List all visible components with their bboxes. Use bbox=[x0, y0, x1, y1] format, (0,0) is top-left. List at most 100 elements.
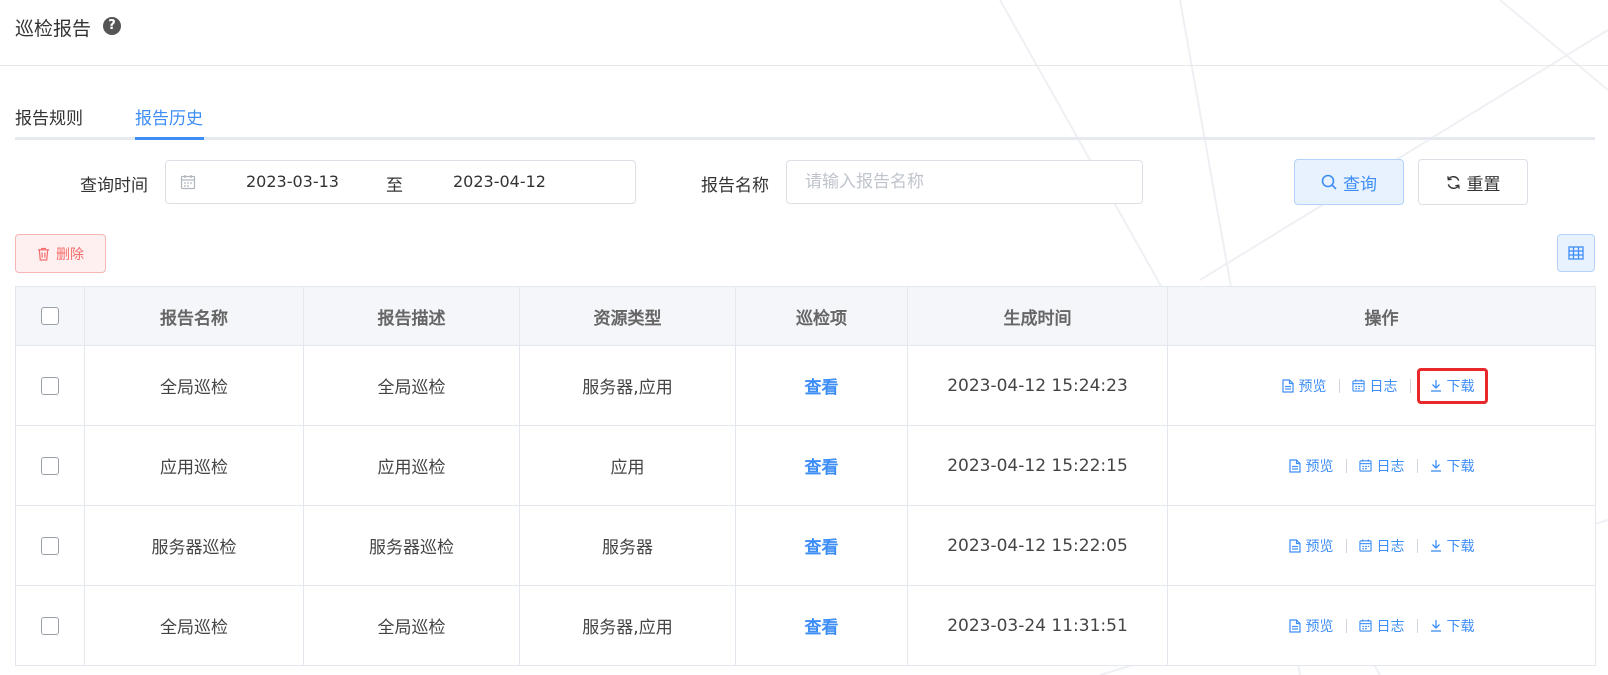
row-checkbox[interactable] bbox=[41, 376, 59, 395]
delete-button-label: 删除 bbox=[56, 246, 84, 263]
report-desc: 全局巡检 bbox=[377, 618, 446, 638]
report-desc-cell: 应用巡检 bbox=[303, 425, 520, 506]
query-button[interactable]: 查询 bbox=[1294, 159, 1404, 205]
download-label: 下载 bbox=[1446, 458, 1475, 475]
view-link[interactable]: 查看 bbox=[805, 458, 839, 478]
preview-action[interactable]: 预览 bbox=[1276, 372, 1333, 400]
preview-label: 预览 bbox=[1305, 458, 1334, 475]
report-name-label: 报告名称 bbox=[701, 176, 769, 196]
document-icon bbox=[1281, 378, 1294, 393]
row-checkbox[interactable] bbox=[41, 536, 59, 555]
inspection-items-cell: 查看 bbox=[735, 585, 908, 666]
log-action[interactable]: 日志 bbox=[1353, 532, 1411, 560]
preview-action[interactable]: 预览 bbox=[1283, 532, 1340, 560]
report-name-cell: 服务器巡检 bbox=[84, 505, 304, 586]
actions-cell: 预览 日志 下载 bbox=[1167, 345, 1596, 426]
calendar-icon bbox=[180, 174, 196, 194]
action-divider bbox=[1416, 538, 1418, 553]
preview-label: 预览 bbox=[1305, 538, 1334, 555]
active-tab-indicator bbox=[135, 137, 204, 140]
reset-button[interactable]: 重置 bbox=[1418, 159, 1528, 205]
column-header-desc: 报告描述 bbox=[303, 286, 520, 346]
calendar-log-icon bbox=[1358, 539, 1372, 552]
report-history-table: 报告名称 报告描述 资源类型 巡检项 生成时间 操作 全局巡检 全局巡检 服务器… bbox=[15, 286, 1596, 666]
generated-time: 2023-04-12 15:22:15 bbox=[947, 455, 1128, 476]
page-header: 巡检报告 ? bbox=[0, 0, 1608, 66]
generated-time: 2023-04-12 15:24:23 bbox=[947, 375, 1128, 396]
end-date[interactable]: 2023-04-12 bbox=[453, 172, 546, 191]
view-link[interactable]: 查看 bbox=[805, 618, 839, 638]
download-action[interactable]: 下载 bbox=[1424, 612, 1481, 640]
date-range-picker[interactable]: 2023-03-13 至 2023-04-12 bbox=[165, 160, 636, 204]
log-label: 日志 bbox=[1369, 378, 1398, 395]
preview-action[interactable]: 预览 bbox=[1283, 452, 1340, 480]
trash-icon bbox=[37, 247, 50, 261]
tab-divider bbox=[15, 137, 1595, 140]
report-name: 服务器巡检 bbox=[151, 538, 237, 558]
document-icon bbox=[1288, 458, 1301, 473]
resource-type-cell: 服务器 bbox=[519, 505, 736, 586]
action-divider bbox=[1416, 458, 1418, 473]
report-name-cell: 应用巡检 bbox=[84, 425, 304, 506]
action-divider bbox=[1338, 378, 1340, 393]
row-select-cell bbox=[15, 585, 85, 666]
inspection-items-cell: 查看 bbox=[735, 345, 908, 426]
date-separator: 至 bbox=[386, 176, 403, 196]
row-checkbox[interactable] bbox=[41, 456, 59, 475]
generated-time: 2023-03-24 11:31:51 bbox=[947, 615, 1128, 636]
table-row: 全局巡检 全局巡检 服务器,应用 查看 2023-04-12 15:24:23 … bbox=[15, 345, 1596, 426]
log-action[interactable]: 日志 bbox=[1353, 612, 1411, 640]
row-actions: 预览 日志 下载 bbox=[1283, 612, 1481, 640]
start-date[interactable]: 2023-03-13 bbox=[246, 172, 339, 191]
preview-action[interactable]: 预览 bbox=[1283, 612, 1340, 640]
delete-button[interactable]: 删除 bbox=[15, 234, 106, 273]
actions-cell: 预览 日志 下载 bbox=[1167, 585, 1596, 666]
row-checkbox[interactable] bbox=[41, 616, 59, 635]
resource-type: 应用 bbox=[610, 458, 645, 478]
report-desc: 全局巡检 bbox=[377, 378, 446, 398]
tab-report-history[interactable]: 报告历史 bbox=[135, 104, 203, 129]
document-icon bbox=[1288, 618, 1301, 633]
inspection-items-cell: 查看 bbox=[735, 425, 908, 506]
select-all-checkbox[interactable] bbox=[41, 307, 59, 325]
generated-time-cell: 2023-03-24 11:31:51 bbox=[907, 585, 1168, 666]
download-label: 下载 bbox=[1446, 378, 1475, 395]
report-name-input[interactable] bbox=[786, 160, 1143, 204]
resource-type-cell: 服务器,应用 bbox=[519, 345, 736, 426]
download-action[interactable]: 下载 bbox=[1424, 452, 1481, 480]
question-circle-icon[interactable]: ? bbox=[103, 17, 121, 35]
column-header-items: 巡检项 bbox=[735, 286, 908, 346]
table-row: 应用巡检 应用巡检 应用 查看 2023-04-12 15:22:15 预览 日… bbox=[15, 425, 1596, 506]
report-name: 全局巡检 bbox=[160, 618, 228, 638]
table-row: 服务器巡检 服务器巡检 服务器 查看 2023-04-12 15:22:05 预… bbox=[15, 505, 1596, 586]
tab-report-rules[interactable]: 报告规则 bbox=[15, 104, 83, 129]
report-name-cell: 全局巡检 bbox=[84, 585, 304, 666]
download-label: 下载 bbox=[1446, 618, 1475, 635]
view-link[interactable]: 查看 bbox=[805, 378, 839, 398]
report-name-cell: 全局巡检 bbox=[84, 345, 304, 426]
report-desc: 应用巡检 bbox=[377, 458, 446, 478]
document-icon bbox=[1288, 538, 1301, 553]
log-label: 日志 bbox=[1376, 458, 1405, 475]
log-action[interactable]: 日志 bbox=[1353, 452, 1411, 480]
log-label: 日志 bbox=[1376, 618, 1405, 635]
column-header-name: 报告名称 bbox=[84, 286, 304, 346]
action-divider bbox=[1409, 378, 1411, 393]
download-action[interactable]: 下载 bbox=[1416, 367, 1488, 404]
column-header-time: 生成时间 bbox=[907, 286, 1168, 346]
row-actions: 预览 日志 下载 bbox=[1283, 452, 1481, 480]
download-action[interactable]: 下载 bbox=[1424, 532, 1481, 560]
view-link[interactable]: 查看 bbox=[805, 538, 839, 558]
download-icon bbox=[1430, 619, 1442, 632]
reset-button-label: 重置 bbox=[1466, 174, 1501, 195]
download-icon bbox=[1430, 539, 1442, 552]
tab-bar: 报告规则 报告历史 bbox=[15, 98, 1595, 140]
column-settings-button[interactable] bbox=[1557, 234, 1595, 272]
report-desc-cell: 全局巡检 bbox=[303, 345, 520, 426]
calendar-log-icon bbox=[1358, 459, 1372, 472]
query-time-label: 查询时间 bbox=[80, 176, 148, 196]
action-divider bbox=[1345, 458, 1347, 473]
log-action[interactable]: 日志 bbox=[1346, 372, 1404, 400]
generated-time-cell: 2023-04-12 15:22:15 bbox=[907, 425, 1168, 506]
report-desc: 服务器巡检 bbox=[369, 538, 454, 558]
